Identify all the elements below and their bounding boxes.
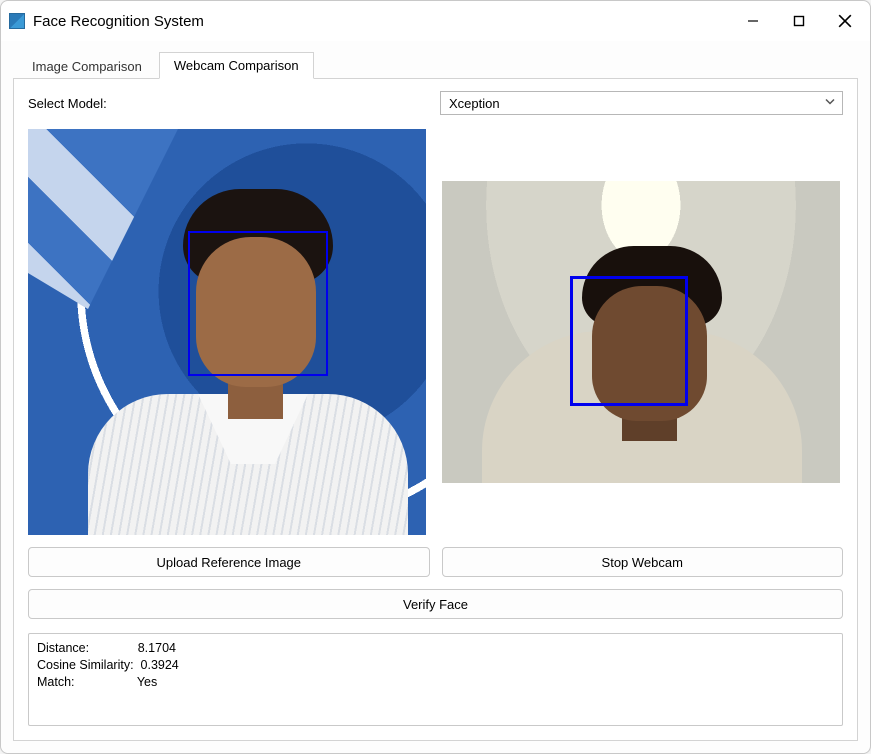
- reference-image-box: [28, 129, 430, 535]
- webcam-image-box: [442, 129, 844, 535]
- distance-value: 8.1704: [138, 641, 176, 655]
- close-button[interactable]: [822, 5, 868, 37]
- stop-webcam-button[interactable]: Stop Webcam: [442, 547, 844, 577]
- minimize-button[interactable]: [730, 5, 776, 37]
- webcam-face-bbox: [570, 276, 688, 406]
- image-row: [28, 129, 843, 535]
- tab-image-comparison[interactable]: Image Comparison: [17, 53, 157, 79]
- webcam-panel: Select Model: Xception: [13, 79, 858, 741]
- titlebar: Face Recognition System: [1, 1, 870, 41]
- client-area: Image Comparison Webcam Comparison Selec…: [1, 41, 870, 753]
- chevron-down-icon: [824, 96, 836, 111]
- maximize-icon: [793, 15, 805, 27]
- results-box: Distance: 8.1704 Cosine Similarity: 0.39…: [28, 633, 843, 726]
- cosine-label: Cosine Similarity:: [37, 658, 134, 672]
- match-label: Match:: [37, 675, 75, 689]
- tab-webcam-comparison[interactable]: Webcam Comparison: [159, 52, 314, 79]
- button-row-2: Verify Face: [28, 589, 843, 619]
- maximize-button[interactable]: [776, 5, 822, 37]
- model-select-value: Xception: [449, 96, 500, 111]
- tab-bar: Image Comparison Webcam Comparison: [13, 51, 858, 79]
- reference-face-bbox: [188, 231, 328, 376]
- app-icon: [9, 13, 25, 29]
- webcam-image: [442, 181, 840, 483]
- app-window: Face Recognition System Image Comparison…: [0, 0, 871, 754]
- distance-label: Distance:: [37, 641, 89, 655]
- model-row: Select Model: Xception: [28, 91, 843, 115]
- select-model-label: Select Model:: [28, 96, 428, 111]
- match-value: Yes: [137, 675, 157, 689]
- window-title: Face Recognition System: [33, 13, 204, 30]
- verify-face-button[interactable]: Verify Face: [28, 589, 843, 619]
- button-row-1: Upload Reference Image Stop Webcam: [28, 547, 843, 577]
- reference-image: [28, 129, 426, 535]
- close-icon: [838, 14, 852, 28]
- upload-reference-button[interactable]: Upload Reference Image: [28, 547, 430, 577]
- cosine-value: 0.3924: [141, 658, 179, 672]
- model-select[interactable]: Xception: [440, 91, 843, 115]
- minimize-icon: [747, 15, 759, 27]
